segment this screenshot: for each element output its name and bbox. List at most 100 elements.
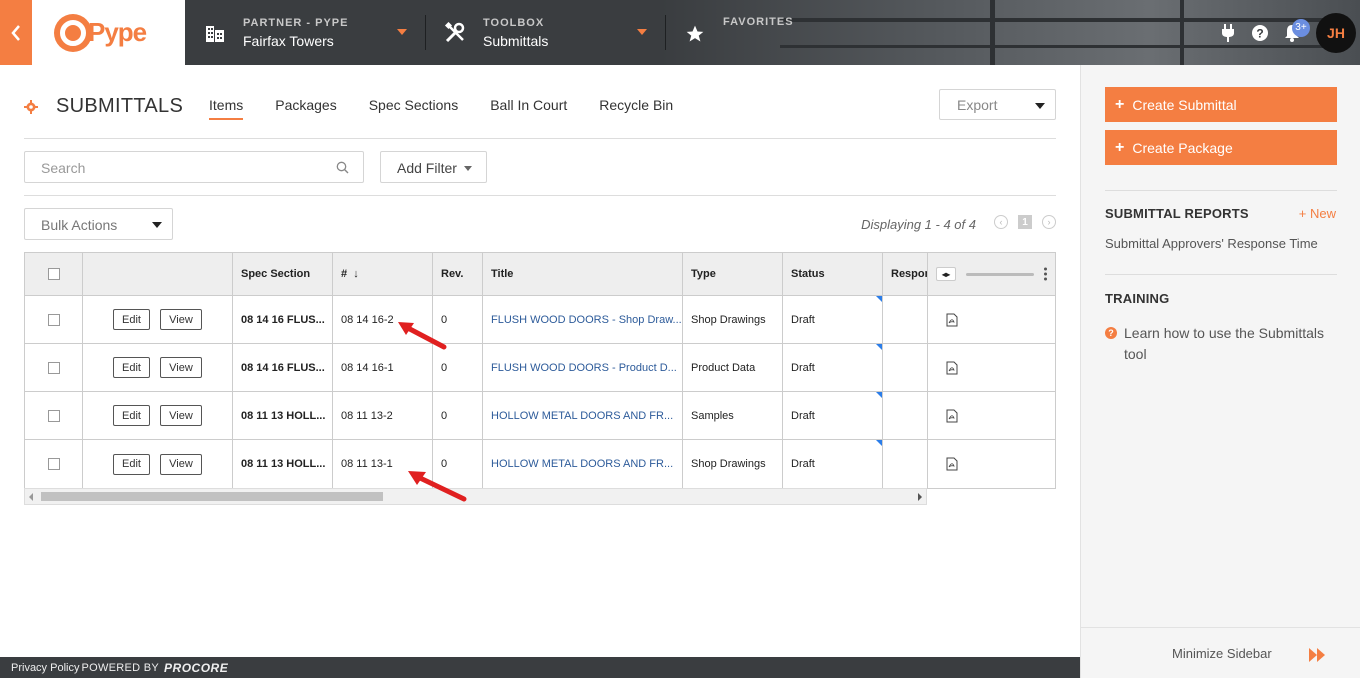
row-checkbox[interactable] <box>47 313 60 326</box>
training-link[interactable]: ? Learn how to use the Submittals tool <box>1105 323 1337 365</box>
select-all-checkbox[interactable] <box>47 268 60 280</box>
project-selector[interactable]: PARTNER - PYPE Fairfax Towers <box>203 0 413 65</box>
new-report-link[interactable]: + New <box>1299 206 1336 221</box>
header-status[interactable]: Status <box>783 253 883 295</box>
plug-icon[interactable] <box>1212 17 1244 49</box>
table-header-row: Spec Section # ↓ Rev. Title Type Status … <box>25 253 1055 296</box>
title-link[interactable]: FLUSH WOOD DOORS - Shop Draw... <box>483 296 683 343</box>
horizontal-arrows-icon[interactable]: ◂▸ <box>936 267 956 281</box>
notifications-bell-icon[interactable]: 3+ <box>1276 17 1310 49</box>
svg-text:?: ? <box>1256 26 1263 40</box>
building-icon <box>203 21 227 45</box>
back-button[interactable] <box>0 0 32 65</box>
edit-button[interactable]: Edit <box>113 453 150 475</box>
export-dropdown[interactable]: Export <box>939 89 1056 120</box>
header-spec-section[interactable]: Spec Section <box>233 253 333 295</box>
pdf-file-icon[interactable] <box>946 409 958 423</box>
favorites-menu[interactable]: FAVORITES <box>683 0 803 65</box>
status-cell: Draft <box>783 296 883 343</box>
pdf-file-icon[interactable] <box>946 457 958 471</box>
minimize-sidebar-button[interactable]: Minimize Sidebar <box>1081 627 1360 678</box>
column-slider[interactable] <box>966 272 1034 276</box>
divider <box>1105 190 1337 191</box>
actions-header <box>83 253 233 295</box>
more-options-icon[interactable] <box>1044 267 1047 281</box>
reports-heading: SUBMITTAL REPORTS <box>1105 206 1249 221</box>
tab-packages[interactable]: Packages <box>275 97 336 120</box>
status-text: Draft <box>791 458 815 470</box>
procore-logo[interactable]: PROCORE <box>164 661 228 675</box>
header-type[interactable]: Type <box>683 253 783 295</box>
create-submittal-button[interactable]: + Create Submittal <box>1105 87 1337 122</box>
view-button[interactable]: View <box>160 357 202 378</box>
add-filter-dropdown[interactable]: Add Filter <box>380 151 487 183</box>
page-title: SUBMITTALS <box>24 95 183 118</box>
view-button[interactable]: View <box>160 405 202 426</box>
attachment-cell <box>928 392 1055 439</box>
next-page-button[interactable]: › <box>1042 215 1056 229</box>
toolbox-label: TOOLBOX <box>483 16 545 29</box>
bulk-actions-dropdown[interactable]: Bulk Actions <box>24 208 173 240</box>
current-tool: Submittals <box>483 32 549 49</box>
create-package-button[interactable]: + Create Package <box>1105 130 1337 165</box>
privacy-policy-link[interactable]: Privacy Policy <box>11 662 79 674</box>
pype-logo[interactable]: Pype <box>32 0 185 65</box>
tab-spec-sections[interactable]: Spec Sections <box>369 97 459 120</box>
prev-page-button[interactable]: ‹ <box>994 215 1008 229</box>
create-submittal-label: Create Submittal <box>1132 96 1237 113</box>
tab-items[interactable]: Items <box>209 97 244 120</box>
divider <box>24 195 1056 196</box>
nav-divider <box>665 15 666 50</box>
tab-ball-in-court[interactable]: Ball In Court <box>490 97 567 120</box>
header-title[interactable]: Title <box>483 253 683 295</box>
pdf-file-icon[interactable] <box>946 361 958 375</box>
header-response[interactable]: Respon <box>883 253 928 295</box>
edit-button[interactable]: Edit <box>113 357 150 378</box>
minimize-sidebar-label: Minimize Sidebar <box>1172 646 1272 661</box>
help-icon[interactable]: ? <box>1244 17 1276 49</box>
type-cell: Samples <box>683 392 783 439</box>
top-right-icons: ? 3+ JH <box>1212 0 1360 65</box>
search-icon <box>336 161 349 174</box>
search-placeholder: Search <box>41 160 86 176</box>
title-link[interactable]: HOLLOW METAL DOORS AND FR... <box>483 392 683 439</box>
view-button[interactable]: View <box>160 453 202 475</box>
row-checkbox[interactable] <box>47 458 60 470</box>
number-cell: 08 11 13-2 <box>333 392 433 439</box>
edit-button[interactable]: Edit <box>113 309 150 330</box>
report-link-approvers-response[interactable]: Submittal Approvers' Response Time <box>1105 236 1318 251</box>
scroll-left-arrow-icon[interactable] <box>29 493 33 501</box>
status-text: Draft <box>791 409 815 422</box>
page-header: SUBMITTALS Items Packages Spec Sections … <box>24 87 1056 127</box>
scroll-right-arrow-icon[interactable] <box>918 493 922 501</box>
status-cell: Draft <box>783 440 883 488</box>
title-link[interactable]: HOLLOW METAL DOORS AND FR... <box>483 440 683 488</box>
row-checkbox[interactable] <box>47 361 60 374</box>
horizontal-scrollbar[interactable] <box>24 488 927 505</box>
tab-recycle-bin[interactable]: Recycle Bin <box>599 97 673 120</box>
avatar[interactable]: JH <box>1316 12 1356 53</box>
table-row: Edit View 08 14 16 FLUS... 08 14 16-1 0 F… <box>25 344 1055 392</box>
spec-section-cell: 08 14 16 FLUS... <box>233 296 333 343</box>
status-cell: Draft <box>783 344 883 391</box>
annotation-arrow-icon <box>398 322 447 350</box>
sort-descending-icon: ↓ <box>353 268 359 280</box>
edit-button[interactable]: Edit <box>113 405 150 426</box>
pdf-file-icon[interactable] <box>946 313 958 327</box>
toolbox-selector[interactable]: TOOLBOX Submittals <box>443 0 653 65</box>
header-number[interactable]: # ↓ <box>333 253 433 295</box>
title-link[interactable]: FLUSH WOOD DOORS - Product D... <box>483 344 683 391</box>
spec-section-cell: 08 14 16 FLUS... <box>233 344 333 391</box>
chevron-down-icon <box>637 29 647 35</box>
current-page-number[interactable]: 1 <box>1018 215 1032 229</box>
pagination: ‹ 1 › <box>994 215 1056 229</box>
header-revision[interactable]: Rev. <box>433 253 483 295</box>
notification-badge: 3+ <box>1292 18 1310 37</box>
create-package-label: Create Package <box>1132 139 1233 156</box>
row-checkbox[interactable] <box>47 409 60 422</box>
search-input[interactable]: Search <box>24 151 364 183</box>
spec-section-cell: 08 11 13 HOLL... <box>233 440 333 488</box>
tools-icon <box>443 21 467 45</box>
scrollbar-thumb[interactable] <box>41 492 383 501</box>
view-button[interactable]: View <box>160 309 202 330</box>
